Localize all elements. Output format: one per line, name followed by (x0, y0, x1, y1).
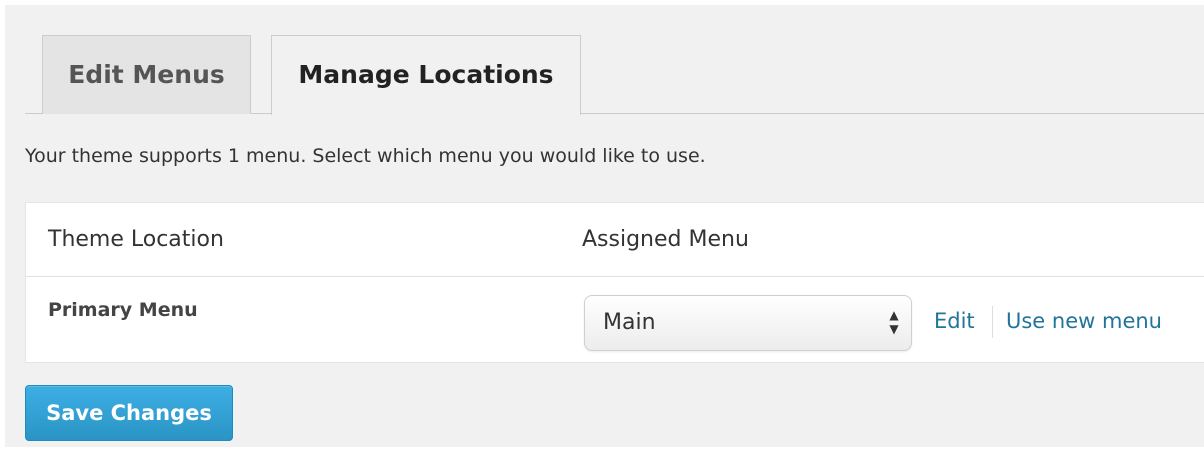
link-separator (992, 306, 993, 338)
tab-edit-menus[interactable]: Edit Menus (42, 35, 251, 114)
locations-table: Theme Location Assigned Menu Primary Men… (25, 202, 1204, 363)
location-primary-menu-label: Primary Menu (48, 299, 198, 321)
table-header: Theme Location Assigned Menu (26, 203, 1204, 277)
use-new-menu-link[interactable]: Use new menu (1006, 309, 1162, 333)
save-changes-button[interactable]: Save Changes (25, 385, 233, 441)
header-theme-location: Theme Location (48, 227, 224, 252)
up-down-chevron-icon: ▲ ▼ (889, 308, 899, 336)
intro-text: Your theme supports 1 menu. Select which… (25, 145, 706, 167)
header-assigned-menu: Assigned Menu (582, 227, 749, 252)
edit-menu-link[interactable]: Edit (934, 309, 975, 333)
menus-page: Edit Menus Manage Locations Your theme s… (5, 5, 1204, 447)
assigned-menu-value: Main (603, 310, 656, 335)
assigned-menu-select[interactable]: Main ▲ ▼ (584, 295, 912, 351)
tab-manage-locations[interactable]: Manage Locations (271, 35, 581, 115)
